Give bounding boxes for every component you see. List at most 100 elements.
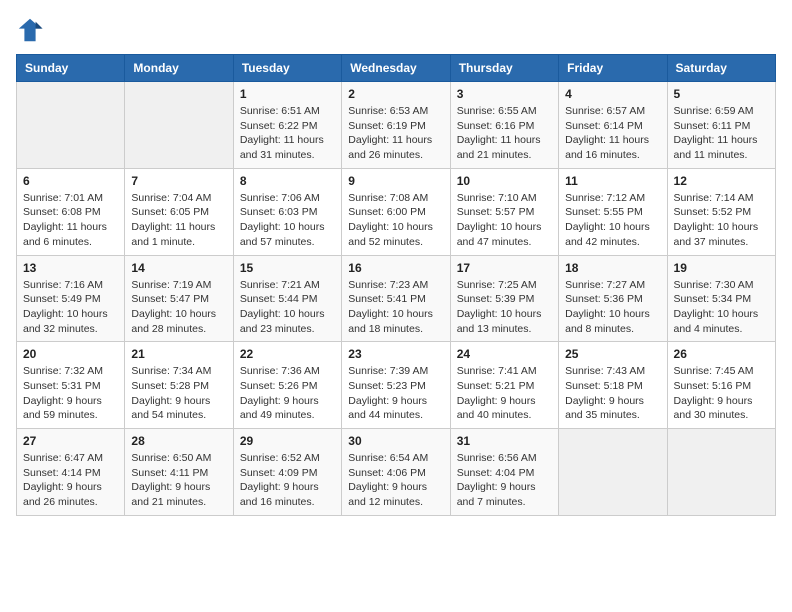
weekday-header: Monday — [125, 55, 233, 82]
calendar-cell: 10 Sunrise: 7:10 AMSunset: 5:57 PMDayligh… — [450, 168, 558, 255]
day-detail: Sunrise: 6:52 AMSunset: 4:09 PMDaylight:… — [240, 451, 335, 510]
calendar-cell: 6 Sunrise: 7:01 AMSunset: 6:08 PMDaylight… — [17, 168, 125, 255]
calendar-cell: 16Sunrise: 7:23 AMSunset: 5:41 PMDayligh… — [342, 255, 450, 342]
day-detail: Sunrise: 7:06 AMSunset: 6:03 PMDaylight:… — [240, 191, 335, 250]
calendar-cell — [559, 429, 667, 516]
calendar-cell: 9 Sunrise: 7:08 AMSunset: 6:00 PMDaylight… — [342, 168, 450, 255]
day-detail: Sunrise: 7:12 AMSunset: 5:55 PMDaylight:… — [565, 191, 660, 250]
calendar-cell: 14 Sunrise: 7:19 AMSunset: 5:47 PMDayligh… — [125, 255, 233, 342]
calendar-cell: 20Sunrise: 7:32 AMSunset: 5:31 PMDayligh… — [17, 342, 125, 429]
day-detail: Sunrise: 7:41 AMSunset: 5:21 PMDaylight:… — [457, 364, 552, 423]
page-header — [16, 16, 776, 44]
day-detail: Sunrise: 7:27 AMSunset: 5:36 PMDaylight:… — [565, 278, 660, 337]
day-detail: Sunrise: 6:54 AMSunset: 4:06 PMDaylight:… — [348, 451, 443, 510]
day-detail: Sunrise: 7:39 AMSunset: 5:23 PMDaylight:… — [348, 364, 443, 423]
day-number: 21 — [131, 347, 226, 361]
day-number: 4 — [565, 87, 660, 101]
day-number: 9 — [348, 174, 443, 188]
day-detail: Sunrise: 6:55 AMSunset: 6:16 PMDaylight:… — [457, 104, 552, 163]
calendar-header: SundayMondayTuesdayWednesdayThursdayFrid… — [17, 55, 776, 82]
calendar-cell: 18 Sunrise: 7:27 AMSunset: 5:36 PMDayligh… — [559, 255, 667, 342]
day-number: 26 — [674, 347, 769, 361]
calendar-table: SundayMondayTuesdayWednesdayThursdayFrid… — [16, 54, 776, 516]
calendar-cell: 4 Sunrise: 6:57 AMSunset: 6:14 PMDaylight… — [559, 82, 667, 169]
day-detail: Sunrise: 7:08 AMSunset: 6:00 PMDaylight:… — [348, 191, 443, 250]
weekday-header: Saturday — [667, 55, 775, 82]
day-number: 5 — [674, 87, 769, 101]
calendar-week-row: 6 Sunrise: 7:01 AMSunset: 6:08 PMDaylight… — [17, 168, 776, 255]
day-number: 14 — [131, 261, 226, 275]
day-detail: Sunrise: 7:04 AMSunset: 6:05 PMDaylight:… — [131, 191, 226, 250]
day-number: 3 — [457, 87, 552, 101]
calendar-cell: 29Sunrise: 6:52 AMSunset: 4:09 PMDayligh… — [233, 429, 341, 516]
day-detail: Sunrise: 7:36 AMSunset: 5:26 PMDaylight:… — [240, 364, 335, 423]
day-number: 30 — [348, 434, 443, 448]
calendar-cell: 5 Sunrise: 6:59 AMSunset: 6:11 PMDaylight… — [667, 82, 775, 169]
calendar-cell: 15 Sunrise: 7:21 AMSunset: 5:44 PMDayligh… — [233, 255, 341, 342]
day-number: 8 — [240, 174, 335, 188]
calendar-cell: 22 Sunrise: 7:36 AMSunset: 5:26 PMDayligh… — [233, 342, 341, 429]
calendar-cell: 28Sunrise: 6:50 AMSunset: 4:11 PMDayligh… — [125, 429, 233, 516]
day-number: 19 — [674, 261, 769, 275]
calendar-week-row: 20Sunrise: 7:32 AMSunset: 5:31 PMDayligh… — [17, 342, 776, 429]
calendar-cell: 12 Sunrise: 7:14 AMSunset: 5:52 PMDayligh… — [667, 168, 775, 255]
day-number: 23 — [348, 347, 443, 361]
weekday-header: Sunday — [17, 55, 125, 82]
calendar-cell: 26 Sunrise: 7:45 AMSunset: 5:16 PMDayligh… — [667, 342, 775, 429]
calendar-cell: 30 Sunrise: 6:54 AMSunset: 4:06 PMDayligh… — [342, 429, 450, 516]
day-number: 27 — [23, 434, 118, 448]
day-number: 7 — [131, 174, 226, 188]
calendar-cell — [667, 429, 775, 516]
day-detail: Sunrise: 6:57 AMSunset: 6:14 PMDaylight:… — [565, 104, 660, 163]
day-detail: Sunrise: 7:10 AMSunset: 5:57 PMDaylight:… — [457, 191, 552, 250]
day-detail: Sunrise: 7:23 AMSunset: 5:41 PMDaylight:… — [348, 278, 443, 337]
day-detail: Sunrise: 7:01 AMSunset: 6:08 PMDaylight:… — [23, 191, 118, 250]
day-detail: Sunrise: 7:21 AMSunset: 5:44 PMDaylight:… — [240, 278, 335, 337]
day-number: 15 — [240, 261, 335, 275]
day-number: 10 — [457, 174, 552, 188]
calendar-week-row: 13Sunrise: 7:16 AMSunset: 5:49 PMDayligh… — [17, 255, 776, 342]
calendar-cell: 11Sunrise: 7:12 AMSunset: 5:55 PMDayligh… — [559, 168, 667, 255]
day-detail: Sunrise: 7:45 AMSunset: 5:16 PMDaylight:… — [674, 364, 769, 423]
calendar-cell — [125, 82, 233, 169]
day-detail: Sunrise: 7:25 AMSunset: 5:39 PMDaylight:… — [457, 278, 552, 337]
day-number: 24 — [457, 347, 552, 361]
day-number: 17 — [457, 261, 552, 275]
day-number: 31 — [457, 434, 552, 448]
day-number: 2 — [348, 87, 443, 101]
day-detail: Sunrise: 7:19 AMSunset: 5:47 PMDaylight:… — [131, 278, 226, 337]
day-detail: Sunrise: 7:16 AMSunset: 5:49 PMDaylight:… — [23, 278, 118, 337]
calendar-cell: 7 Sunrise: 7:04 AMSunset: 6:05 PMDaylight… — [125, 168, 233, 255]
day-detail: Sunrise: 6:51 AMSunset: 6:22 PMDaylight:… — [240, 104, 335, 163]
day-number: 12 — [674, 174, 769, 188]
logo — [16, 16, 48, 44]
day-detail: Sunrise: 6:47 AMSunset: 4:14 PMDaylight:… — [23, 451, 118, 510]
day-number: 28 — [131, 434, 226, 448]
day-number: 6 — [23, 174, 118, 188]
calendar-cell — [17, 82, 125, 169]
calendar-cell: 24 Sunrise: 7:41 AMSunset: 5:21 PMDayligh… — [450, 342, 558, 429]
day-detail: Sunrise: 6:59 AMSunset: 6:11 PMDaylight:… — [674, 104, 769, 163]
calendar-cell: 17 Sunrise: 7:25 AMSunset: 5:39 PMDayligh… — [450, 255, 558, 342]
day-detail: Sunrise: 6:53 AMSunset: 6:19 PMDaylight:… — [348, 104, 443, 163]
calendar-cell: 1 Sunrise: 6:51 AMSunset: 6:22 PMDaylight… — [233, 82, 341, 169]
day-number: 1 — [240, 87, 335, 101]
calendar-cell: 13Sunrise: 7:16 AMSunset: 5:49 PMDayligh… — [17, 255, 125, 342]
weekday-header: Wednesday — [342, 55, 450, 82]
weekday-row: SundayMondayTuesdayWednesdayThursdayFrid… — [17, 55, 776, 82]
weekday-header: Tuesday — [233, 55, 341, 82]
calendar-cell: 8 Sunrise: 7:06 AMSunset: 6:03 PMDaylight… — [233, 168, 341, 255]
calendar-cell: 3 Sunrise: 6:55 AMSunset: 6:16 PMDaylight… — [450, 82, 558, 169]
day-detail: Sunrise: 7:30 AMSunset: 5:34 PMDaylight:… — [674, 278, 769, 337]
day-detail: Sunrise: 7:34 AMSunset: 5:28 PMDaylight:… — [131, 364, 226, 423]
day-number: 22 — [240, 347, 335, 361]
day-number: 25 — [565, 347, 660, 361]
day-detail: Sunrise: 7:14 AMSunset: 5:52 PMDaylight:… — [674, 191, 769, 250]
day-detail: Sunrise: 7:32 AMSunset: 5:31 PMDaylight:… — [23, 364, 118, 423]
calendar-cell: 19 Sunrise: 7:30 AMSunset: 5:34 PMDayligh… — [667, 255, 775, 342]
calendar-week-row: 27 Sunrise: 6:47 AMSunset: 4:14 PMDayligh… — [17, 429, 776, 516]
calendar-cell: 27 Sunrise: 6:47 AMSunset: 4:14 PMDayligh… — [17, 429, 125, 516]
calendar-cell: 2 Sunrise: 6:53 AMSunset: 6:19 PMDaylight… — [342, 82, 450, 169]
calendar-cell: 31Sunrise: 6:56 AMSunset: 4:04 PMDayligh… — [450, 429, 558, 516]
day-number: 18 — [565, 261, 660, 275]
